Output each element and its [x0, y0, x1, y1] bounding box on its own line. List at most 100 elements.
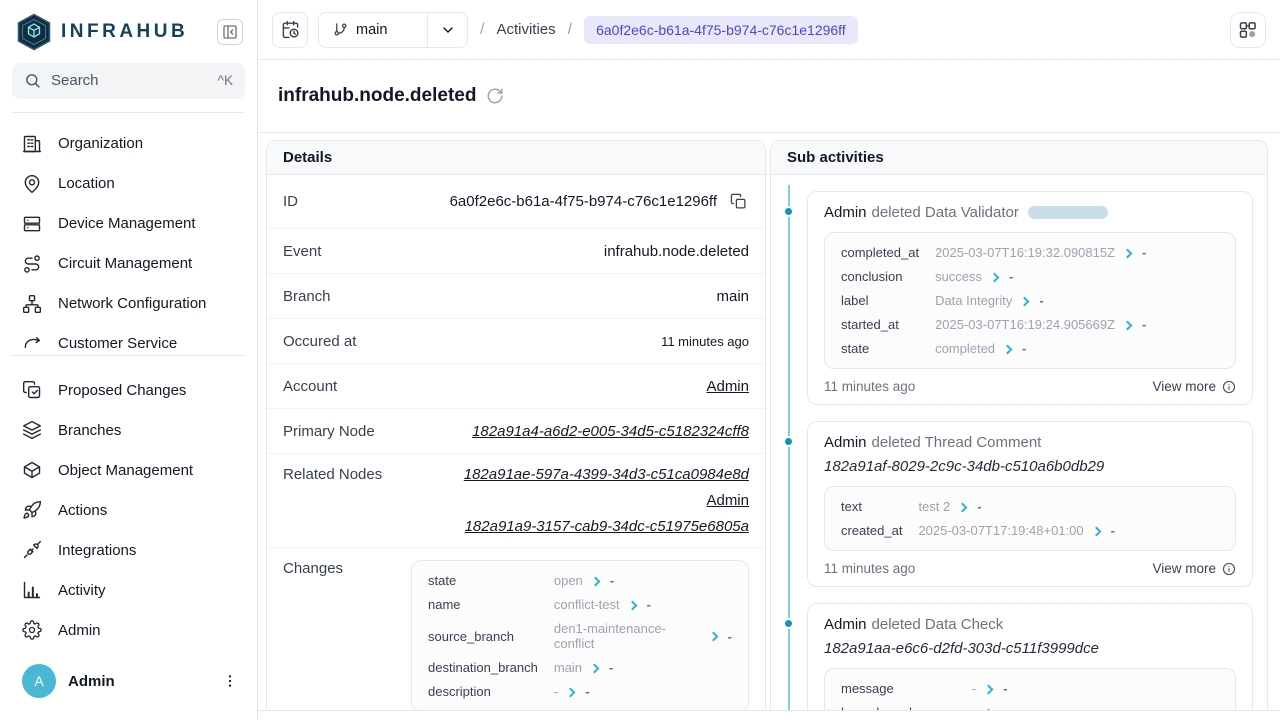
- activity-actor: Admin: [824, 204, 867, 221]
- refresh-button[interactable]: [486, 87, 504, 105]
- field-value: test 2-: [918, 499, 1219, 514]
- user-name: Admin: [68, 673, 207, 690]
- chevron-right-icon: [1124, 248, 1133, 257]
- field-value: --: [972, 681, 1219, 696]
- customer-service-icon: [22, 334, 42, 354]
- field-value: main-: [554, 660, 732, 675]
- copy-id-button[interactable]: [727, 191, 749, 213]
- chevron-right-icon: [710, 632, 719, 641]
- activity-footer: 11 minutes ago View more: [824, 379, 1236, 394]
- search-input[interactable]: Search ^K: [12, 63, 245, 99]
- related-node-link[interactable]: 182a91a9-3157-cab9-34dc-c51975e6805a: [465, 518, 749, 535]
- field-key: created_at: [841, 523, 902, 538]
- route-icon: [22, 254, 42, 274]
- sub-activities-card: Sub activities Admin deleted Data Valida…: [770, 140, 1268, 710]
- sidebar-item-circuit-management[interactable]: Circuit Management: [0, 244, 257, 284]
- activity-node-id: 182a91af-8029-2c9c-34db-c510a6b0db29: [824, 458, 1236, 475]
- sidebar-item-activity[interactable]: Activity: [0, 570, 257, 610]
- workflow-graph-icon: [1238, 20, 1258, 40]
- sidebar-item-branches[interactable]: Branches: [0, 410, 257, 450]
- time-travel-button[interactable]: [272, 12, 308, 48]
- activity-item: Admin deleted Data Validator completed_a…: [807, 191, 1253, 405]
- timeline-dot: [783, 436, 794, 447]
- related-node-link[interactable]: 182a91ae-597a-4399-34d3-c51ca0984e8d: [464, 466, 749, 483]
- search-placeholder: Search: [51, 72, 99, 89]
- timeline-line: [788, 185, 790, 710]
- bar-chart-icon: [22, 580, 42, 600]
- view-more-button[interactable]: View more: [1152, 561, 1236, 576]
- details-header: Details: [267, 141, 765, 175]
- detail-label: ID: [283, 193, 298, 210]
- detail-row-id: ID 6a0f2e6c-b61a-4f75-b974-c76c1e1296ff: [267, 175, 765, 229]
- changes-box: state open- name conflict-test- source_b…: [411, 560, 749, 710]
- sidebar-item-label: Integrations: [58, 542, 136, 559]
- chevron-right-icon: [1093, 526, 1102, 535]
- related-node-link[interactable]: Admin: [706, 492, 749, 509]
- sub-activities-timeline: Admin deleted Data Validator completed_a…: [771, 175, 1267, 710]
- user-row: A Admin: [0, 650, 257, 720]
- infrahub-logo-icon: [16, 13, 52, 51]
- sidebar-item-integrations[interactable]: Integrations: [0, 530, 257, 570]
- breadcrumb-activities-link[interactable]: Activities: [496, 21, 555, 38]
- breadcrumb-activity-id[interactable]: 6a0f2e6c-b61a-4f75-b974-c76c1e1296ff: [584, 16, 858, 44]
- field-value: success-: [935, 269, 1219, 284]
- sidebar-item-label: Activity: [58, 582, 106, 599]
- graph-view-button[interactable]: [1230, 12, 1266, 48]
- detail-row-related-nodes: Related Nodes 182a91ae-597a-4399-34d3-c5…: [267, 454, 765, 548]
- user-menu-button[interactable]: [219, 670, 241, 692]
- chevron-right-icon: [959, 502, 968, 511]
- chevron-right-icon: [1004, 344, 1013, 353]
- sidebar-item-label: Proposed Changes: [58, 382, 186, 399]
- activity-timestamp: 11 minutes ago: [824, 561, 915, 576]
- server-icon: [22, 214, 42, 234]
- detail-value-branch: main: [716, 288, 749, 305]
- branch-selector[interactable]: main: [318, 12, 468, 48]
- timeline-dot: [783, 206, 794, 217]
- sidebar-collapse-button[interactable]: [217, 19, 243, 45]
- sidebar-item-device-management[interactable]: Device Management: [0, 204, 257, 244]
- sidebar-item-label: Circuit Management: [58, 255, 192, 272]
- git-branch-icon: [333, 22, 348, 37]
- sidebar-item-object-management[interactable]: Object Management: [0, 450, 257, 490]
- branch-selector-caret[interactable]: [427, 13, 467, 47]
- sidebar-item-admin[interactable]: Admin: [0, 610, 257, 650]
- detail-row-primary-node: Primary Node 182a91a4-a6d2-e005-34d5-c51…: [267, 409, 765, 454]
- primary-node-link[interactable]: 182a91a4-a6d2-e005-34d5-c5182324cff8: [472, 423, 749, 440]
- activity-title: Admin deleted Data Check: [824, 616, 1236, 633]
- sidebar: INFRAHUB Search ^K Organ: [0, 0, 258, 720]
- sidebar-item-organization[interactable]: Organization: [0, 124, 257, 164]
- view-more-button[interactable]: View more: [1152, 379, 1236, 394]
- sidebar-item-location[interactable]: Location: [0, 164, 257, 204]
- sub-activities-header: Sub activities: [771, 141, 1267, 175]
- sidebar-item-label: Actions: [58, 502, 107, 519]
- avatar: A: [22, 664, 56, 698]
- detail-row-changes: Changes state open- name conflict-test- …: [267, 548, 765, 710]
- panel-collapse-icon: [222, 24, 238, 40]
- detail-row-occured-at: Occured at 11 minutes ago: [267, 319, 765, 364]
- activity-card: Admin deleted Thread Comment 182a91af-80…: [807, 421, 1253, 587]
- page-title: infrahub.node.deleted: [278, 85, 476, 107]
- plug-icon: [22, 540, 42, 560]
- detail-value-id: 6a0f2e6c-b61a-4f75-b974-c76c1e1296ff: [450, 193, 717, 210]
- chevron-right-icon: [591, 663, 600, 672]
- activity-card: Admin deleted Data Validator completed_a…: [807, 191, 1253, 405]
- chevron-right-icon: [1021, 296, 1030, 305]
- activity-card: Admin deleted Data Check 182a91aa-e6c6-d…: [807, 603, 1253, 710]
- kebab-icon: [222, 673, 238, 689]
- sidebar-item-customer-service[interactable]: Customer Service: [0, 324, 257, 355]
- activity-actor: Admin: [824, 434, 867, 451]
- field-key: state: [841, 341, 919, 356]
- cube-icon: [22, 460, 42, 480]
- sidebar-item-actions[interactable]: Actions: [0, 490, 257, 530]
- sidebar-item-network-configuration[interactable]: Network Configuration: [0, 284, 257, 324]
- account-link[interactable]: Admin: [706, 378, 749, 395]
- view-more-label: View more: [1152, 561, 1216, 576]
- sidebar-item-proposed-changes[interactable]: Proposed Changes: [0, 370, 257, 410]
- gear-icon: [22, 620, 42, 640]
- refresh-icon: [486, 87, 504, 105]
- search-icon: [24, 72, 41, 89]
- info-icon: [1222, 380, 1236, 394]
- field-value: open-: [554, 573, 732, 588]
- view-more-label: View more: [1152, 379, 1216, 394]
- chevron-right-icon: [592, 576, 601, 585]
